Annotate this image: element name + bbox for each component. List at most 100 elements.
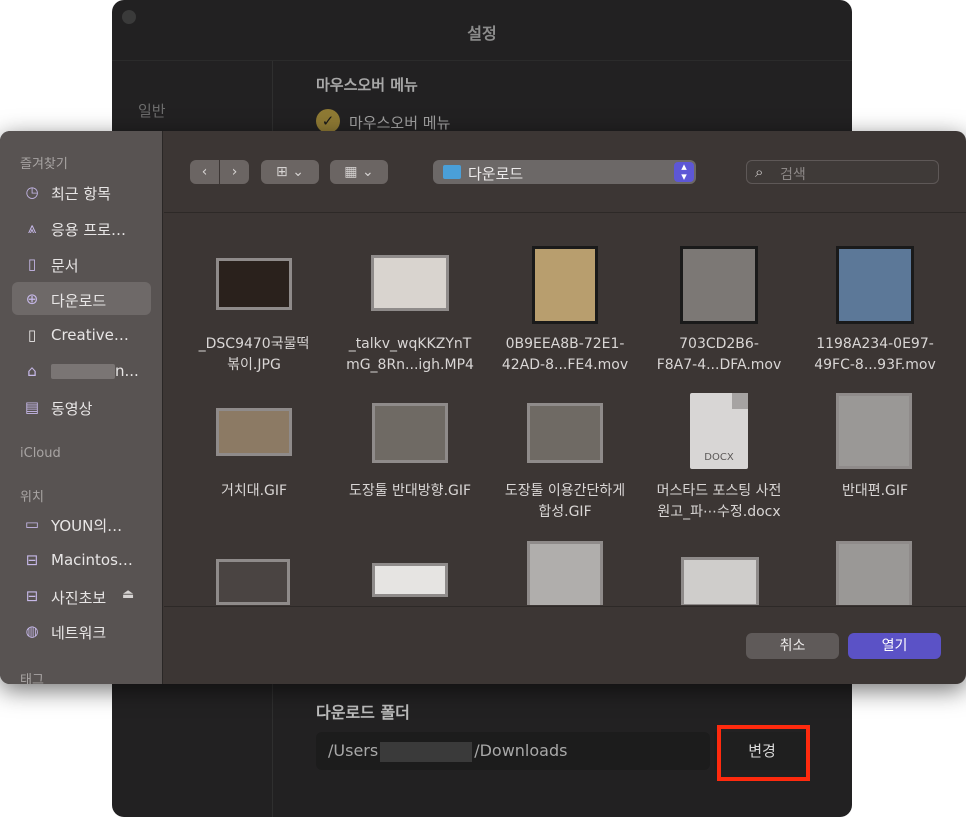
file-thumbnail[interactable]: [681, 557, 759, 605]
file-open-dialog: 즐겨찾기 ◷ 최근 항목 ⩓ 응용 프로… ▯ 문서 ⊕ 다운로드 ▯ Crea…: [0, 131, 966, 684]
sidebar-item-label: 다운로드: [51, 292, 107, 310]
mouseover-checkbox-label: 마우스오버 메뉴: [349, 114, 451, 132]
file-item[interactable]: 도장툴 이용간단하게 합성.GIF: [490, 401, 640, 531]
clock-icon: ◷: [25, 183, 39, 201]
file-thumbnail: [372, 403, 448, 463]
file-thumbnail[interactable]: [527, 541, 603, 605]
file-thumbnail: [532, 246, 598, 324]
file-thumbnail[interactable]: [216, 559, 290, 605]
sidebar-item-applications[interactable]: ⩓ 응용 프로…: [12, 211, 151, 244]
open-button[interactable]: 열기: [848, 633, 941, 659]
file-item[interactable]: 거치대.GIF: [179, 401, 329, 531]
file-name-line2: mG_8Rn...igh.MP4: [346, 357, 474, 373]
folder-icon: [443, 165, 461, 179]
location-popup[interactable]: 다운로드 ▴ ▾: [433, 160, 696, 184]
file-item[interactable]: 703CD2B6- F8A7-4...DFA.mov: [644, 246, 794, 381]
file-name-line1: 반대편.GIF: [841, 483, 909, 499]
sidebar-item-movies[interactable]: ▤ 동영상: [12, 390, 151, 423]
file-thumbnail: [216, 408, 292, 456]
file-item[interactable]: 0B9EEA8B-72E1- 42AD-8...FE4.mov: [490, 246, 640, 381]
eject-icon[interactable]: ⏏: [122, 587, 134, 602]
group-button[interactable]: ▦ ⌄: [330, 160, 388, 184]
file-name-line2: 볶이.JPG: [227, 357, 281, 373]
file-name-line2: 49FC-8...93F.mov: [814, 357, 936, 373]
file-thumbnail: [836, 246, 914, 324]
computer-icon: ▭: [24, 515, 40, 533]
file-name-line2: 42AD-8...FE4.mov: [501, 357, 629, 373]
footer-divider: [164, 606, 966, 607]
search-field[interactable]: ⌕ 검색: [746, 160, 939, 184]
sidebar-item-creative[interactable]: ▯ Creative…: [12, 318, 151, 351]
cancel-button[interactable]: 취소: [746, 633, 839, 659]
file-name-line1: 거치대.GIF: [220, 483, 288, 499]
sidebar-item-downloads[interactable]: ⊕ 다운로드: [12, 282, 151, 315]
settings-sidebar-item-general[interactable]: 일반: [138, 100, 166, 121]
file-thumbnail: [371, 255, 449, 311]
file-item[interactable]: 도장툴 반대방향.GIF: [335, 401, 485, 531]
network-icon: ◍: [25, 622, 39, 640]
dialog-main: ‹ › ⊞ ⌄ ▦ ⌄ 다운로드 ▴ ▾ ⌕ 검색 _DSC9470국물떡 볶이.…: [164, 131, 966, 684]
file-thumbnail: [680, 246, 758, 324]
home-icon: ⌂: [27, 362, 37, 380]
sidebar-item-network[interactable]: ◍ 네트워크: [12, 614, 151, 647]
back-button[interactable]: ‹: [190, 160, 219, 184]
file-thumbnail[interactable]: [836, 541, 912, 605]
sidebar-item-label: 네트워크: [51, 624, 107, 642]
file-item[interactable]: _talkv_wqKKZYnT mG_8Rn...igh.MP4: [335, 251, 485, 381]
sidebar-item-recents[interactable]: ◷ 최근 항목: [12, 175, 151, 208]
page-fold-icon: [732, 393, 748, 409]
redacted-username: [380, 741, 473, 762]
file-name-line1: 머스타드 포스팅 사전: [656, 483, 782, 499]
file-thumbnail: [216, 258, 292, 310]
chevron-down-icon: ⌄: [292, 164, 304, 180]
search-icon: ⌕: [755, 163, 764, 181]
file-name-line2: F8A7-4...DFA.mov: [656, 357, 782, 373]
document-icon: ▯: [27, 255, 37, 273]
docx-file-icon: DOCX: [690, 393, 748, 469]
group-grid-icon: ▦: [344, 164, 358, 180]
file-item[interactable]: 1198A234-0E97- 49FC-8...93F.mov: [800, 246, 950, 381]
file-thumbnail: [836, 393, 912, 469]
location-name: 다운로드: [468, 165, 524, 183]
title-divider: [112, 60, 852, 61]
film-icon: ▤: [24, 398, 40, 416]
disk-icon: ⊟: [25, 551, 39, 569]
dialog-sidebar: 즐겨찾기 ◷ 최근 항목 ⩓ 응용 프로… ▯ 문서 ⊕ 다운로드 ▯ Crea…: [0, 131, 163, 684]
docx-label: DOCX: [704, 452, 734, 463]
locations-heading: 위치: [20, 490, 44, 505]
sidebar-item-label: 최근 항목: [51, 185, 111, 203]
file-thumbnail: [527, 403, 603, 463]
sidebar-item-home[interactable]: ⌂ n...: [12, 354, 151, 387]
sidebar-item-label: 응용 프로…: [51, 221, 126, 239]
applications-icon: ⩓: [27, 219, 37, 237]
file-item[interactable]: _DSC9470국물떡 볶이.JPG: [179, 251, 329, 381]
icon-grid-icon: ⊞: [276, 164, 288, 180]
sidebar-item-computer[interactable]: ▭ YOUN의…: [12, 507, 151, 540]
forward-button[interactable]: ›: [220, 160, 249, 184]
file-row-partial: [164, 541, 966, 605]
download-path: /Users/Downloads: [328, 741, 567, 762]
mouseover-heading: 마우스오버 메뉴: [316, 76, 418, 94]
mouseover-checkbox[interactable]: ✓: [316, 109, 340, 133]
download-folder-heading: 다운로드 폴더: [316, 703, 410, 722]
tags-heading: 태그: [20, 673, 44, 684]
sidebar-item-documents[interactable]: ▯ 문서: [12, 247, 151, 280]
sidebar-item-label: 동영상: [51, 400, 93, 418]
icloud-heading: iCloud: [20, 446, 61, 461]
file-name-line2: 합성.GIF: [538, 504, 592, 520]
sidebar-item-label: 사진초보: [51, 589, 107, 607]
disk-icon: ⊟: [25, 587, 39, 605]
file-item[interactable]: DOCX 머스타드 포스팅 사전 원고_파⋯수정.docx: [644, 393, 794, 531]
download-icon: ⊕: [25, 290, 39, 308]
sidebar-item-label: YOUN의…: [51, 517, 123, 535]
file-name-line1: 1198A234-0E97-: [816, 336, 934, 352]
file-name-line2: 원고_파⋯수정.docx: [657, 504, 781, 520]
file-thumbnail[interactable]: [372, 563, 448, 597]
view-mode-button[interactable]: ⊞ ⌄: [261, 160, 319, 184]
file-name-line1: _talkv_wqKKZYnT: [348, 336, 472, 352]
toolbar-divider: [164, 212, 966, 213]
sidebar-item-macintosh[interactable]: ⊟ Macintos…: [12, 543, 151, 576]
file-item[interactable]: 반대편.GIF: [800, 393, 950, 531]
favorites-heading: 즐겨찾기: [20, 157, 68, 172]
sidebar-item-external-disk[interactable]: ⊟ 사진초보 ⏏: [12, 579, 151, 612]
